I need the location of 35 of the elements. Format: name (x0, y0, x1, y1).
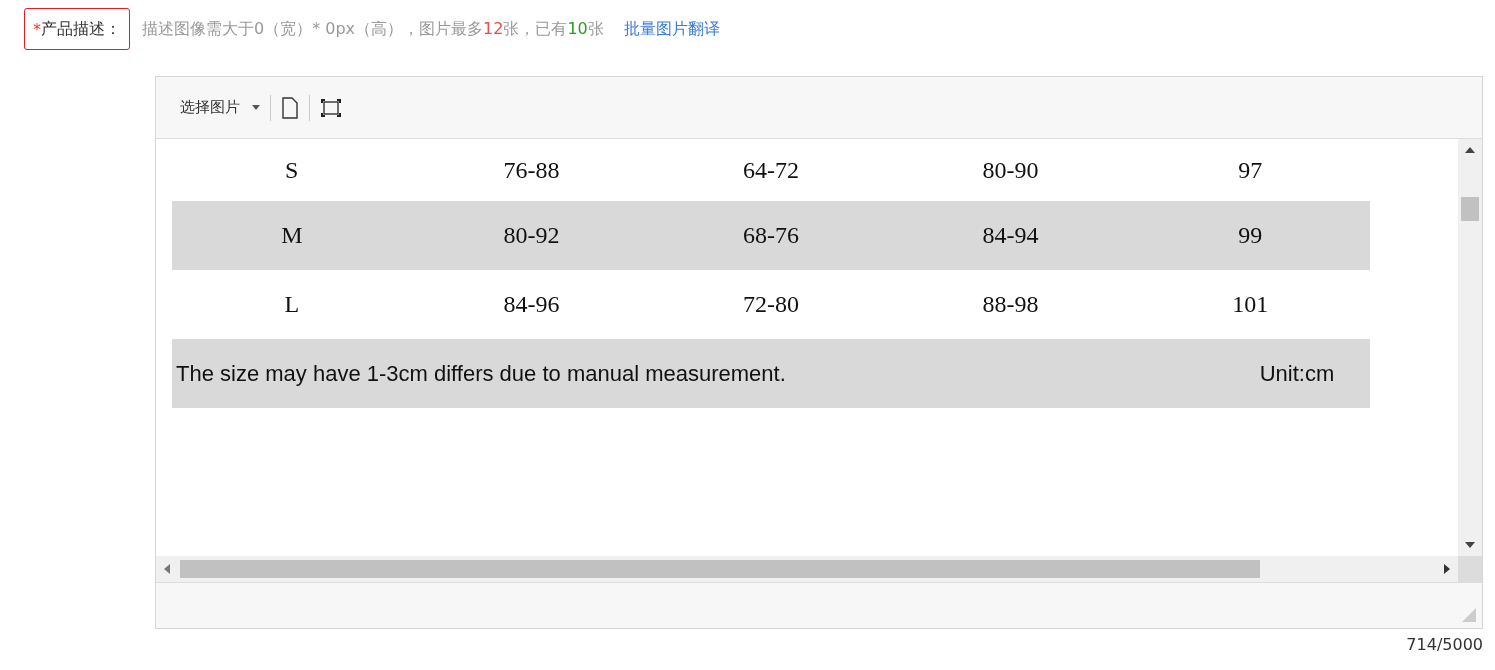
table-cell-text: 99 (1237, 222, 1264, 249)
table-cell-text: 76-88 (502, 156, 561, 184)
table-cell-text: S (284, 156, 300, 184)
hint-text: 描述图像需大于0（宽）* 0px（高），图片最多12张，已有10张 (142, 18, 604, 40)
vertical-scrollbar[interactable] (1458, 139, 1482, 556)
table-cell-text: 68-76 (742, 222, 800, 249)
batch-translate-link[interactable]: 批量图片翻译 (623, 18, 720, 40)
character-counter: 714/5000 (1406, 635, 1483, 654)
unit-text: Unit:cm (1258, 360, 1336, 387)
scroll-right-icon[interactable] (1444, 564, 1450, 574)
note-text: The size may have 1-3cm differs due to manual measurement. (175, 360, 786, 387)
table-cell-text: 88-98 (981, 291, 1040, 318)
label-text: 产品描述： (41, 18, 121, 40)
table-cell-text: M (280, 222, 304, 249)
table-cell-text: 84-96 (502, 291, 561, 318)
document-icon[interactable] (281, 96, 299, 119)
fullscreen-icon[interactable] (320, 97, 342, 118)
table-cell-text: 84-94 (981, 222, 1040, 249)
table-cell-text: 80-90 (981, 156, 1040, 184)
scroll-thumb[interactable] (180, 560, 1260, 578)
select-image-dropdown[interactable]: 选择图片 (180, 98, 260, 117)
horizontal-scrollbar[interactable] (156, 556, 1458, 582)
required-mark: * (33, 19, 41, 39)
table-cell-text: 72-80 (742, 291, 800, 318)
table-cell-text: 64-72 (742, 156, 800, 184)
scroll-left-icon[interactable] (164, 564, 170, 574)
caret-icon (252, 105, 260, 110)
table-cell-text: 97 (1237, 156, 1264, 184)
scroll-up-icon[interactable] (1465, 147, 1475, 153)
table-cell-text: 80-92 (502, 222, 561, 249)
scroll-down-icon[interactable] (1465, 542, 1475, 548)
scroll-thumb[interactable] (1461, 197, 1479, 221)
resize-grip-icon[interactable] (1462, 608, 1476, 622)
table-cell-text: 101 (1231, 291, 1270, 318)
table-cell-text: L (283, 291, 301, 318)
